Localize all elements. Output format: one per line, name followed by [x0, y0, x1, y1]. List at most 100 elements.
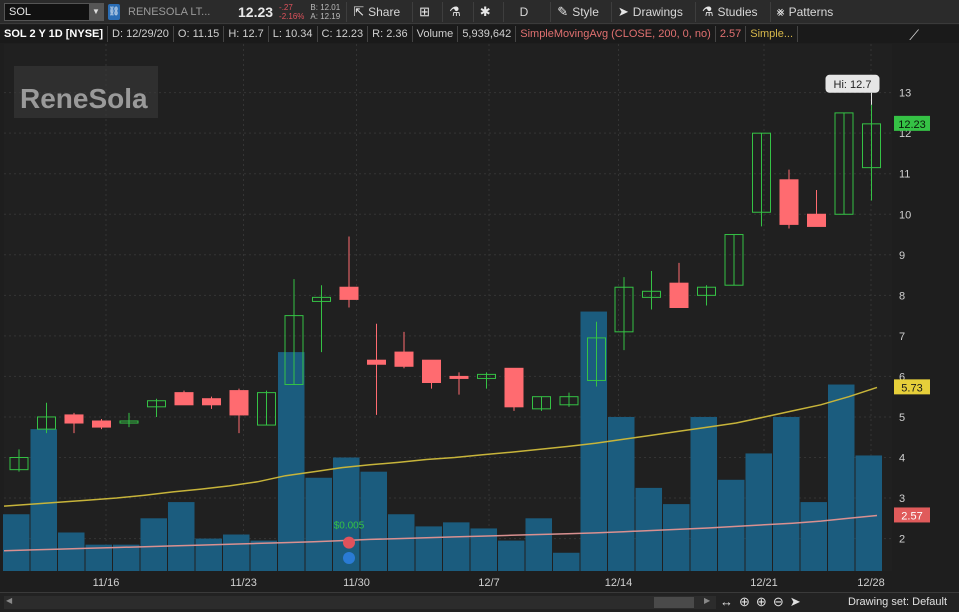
- info-range: R: 2.36: [368, 26, 413, 42]
- patterns-button[interactable]: ⨳ Patterns: [769, 1, 840, 22]
- studies-button[interactable]: ⚗ Studies: [694, 1, 764, 22]
- link-icon[interactable]: ⛓: [108, 3, 120, 20]
- volume-bar: [470, 528, 497, 571]
- x-tick-label: 12/7: [478, 577, 499, 589]
- chart-canvas: 234567891011121311/16 11/23 11/30 12/7 12/14…: [0, 44, 959, 592]
- candle-body: [394, 351, 414, 367]
- cursor-icon[interactable]: ➤: [790, 594, 801, 610]
- volume-bar: [745, 453, 772, 571]
- chevron-down-icon[interactable]: ▼: [89, 3, 103, 20]
- volume-bar: [498, 540, 525, 571]
- ask-value: A: 12.19: [310, 11, 341, 21]
- scroll-left-icon[interactable]: ◀: [6, 596, 12, 605]
- candle-body: [834, 112, 854, 215]
- info-open: O: 11.15: [174, 26, 225, 42]
- volume-bar: [223, 534, 250, 571]
- earnings-icon: [343, 552, 355, 565]
- y-tick-label: 3: [899, 493, 905, 505]
- y-tick-label: 13: [899, 88, 911, 100]
- x-tick-label: 11/30: [343, 577, 370, 589]
- candle-body: [614, 286, 634, 333]
- volume-bar: [113, 544, 140, 571]
- patterns-icon: ⨳: [776, 3, 785, 19]
- candle-body: [752, 132, 771, 213]
- change-percent: -2.16%: [279, 11, 305, 21]
- zoom-in-icon[interactable]: ⊕: [756, 594, 767, 610]
- volume-bar: [305, 477, 332, 571]
- watermark-logo: ReneSola: [20, 83, 148, 114]
- scroll-thumb[interactable]: [654, 597, 694, 608]
- style-button[interactable]: ✎ Style: [550, 1, 605, 22]
- y-tick-label: 4: [899, 452, 905, 464]
- flask-icon: ⚗: [449, 3, 461, 19]
- candle-body: [284, 315, 304, 386]
- company-name: RENESOLA LT...: [128, 5, 211, 18]
- x-tick-label: 12/28: [857, 577, 885, 589]
- volume-bar: [58, 532, 85, 571]
- drawings-button[interactable]: ➤ Drawings: [610, 1, 689, 22]
- last-price-badge: 12.23: [898, 119, 926, 131]
- volume-bar: [855, 455, 882, 571]
- candle-body: [642, 290, 661, 298]
- info-close: C: 12.23: [318, 26, 369, 42]
- trend-icon[interactable]: ⟋: [909, 27, 919, 44]
- zoom-out-icon[interactable]: ⊖: [773, 594, 784, 610]
- settings-grid-button[interactable]: ⊞: [412, 1, 436, 22]
- volume-label: Volume: [413, 26, 459, 42]
- candle-body: [64, 414, 84, 424]
- dividend-label: $0.005: [334, 520, 365, 531]
- volume-bar: [800, 502, 827, 571]
- aggregation-button[interactable]: D: [502, 1, 545, 22]
- drawing-set-label[interactable]: Drawing set: Default: [848, 596, 947, 608]
- share-button[interactable]: ⇱ Share: [346, 1, 406, 22]
- crosshair-icon[interactable]: ⊕: [739, 594, 750, 610]
- pan-horizontal-icon[interactable]: ↔: [720, 594, 733, 610]
- chart-title: SOL 2 Y 1D [NYSE]: [0, 26, 109, 42]
- flask-icon: ⚗: [701, 3, 714, 19]
- candle-body: [807, 213, 826, 227]
- candle-body: [697, 286, 716, 296]
- volume-bar: [360, 471, 387, 571]
- x-tick-label: 11/23: [230, 577, 257, 589]
- volume-bar: [443, 522, 470, 571]
- flask-button[interactable]: ⚗: [442, 1, 467, 22]
- sma-value: 2.57: [716, 26, 747, 42]
- volume-bar: [168, 502, 195, 571]
- candle-body: [449, 375, 469, 379]
- y-tick-label: 7: [899, 331, 905, 343]
- volume-bar: [828, 384, 855, 571]
- candle-body: [669, 282, 689, 309]
- candle-body: [92, 420, 111, 428]
- candle-body: [779, 179, 799, 225]
- volume-bar: [415, 526, 442, 571]
- studies-label: Studies: [717, 4, 758, 19]
- candle-body: [37, 416, 56, 430]
- candle-body: [174, 392, 194, 406]
- y-tick-label: 10: [899, 209, 911, 221]
- candle-body: [477, 373, 496, 379]
- share-label: Share: [368, 4, 401, 19]
- volume-bar: [388, 514, 415, 571]
- symbol-selector[interactable]: SOL ▼: [4, 2, 104, 21]
- chart-scrollbar[interactable]: ◀ ▶: [4, 596, 716, 609]
- scroll-right-icon[interactable]: ▶: [704, 596, 710, 605]
- aggregation-label: D: [519, 4, 529, 19]
- volume-bar: [553, 552, 580, 571]
- candle-body: [862, 123, 881, 169]
- gear-button[interactable]: ✱: [472, 1, 497, 22]
- x-tick-label: 11/16: [93, 577, 120, 589]
- candle-body: [724, 234, 744, 286]
- volume-bar: [635, 487, 662, 571]
- dividend-icon: [343, 536, 355, 549]
- candle-body: [587, 337, 606, 381]
- candle-body: [119, 420, 139, 424]
- cursor-icon: ➤: [617, 3, 629, 19]
- price-change: -.27 -2.16%: [279, 3, 304, 21]
- volume-bar: [690, 416, 717, 571]
- last-price: 12.23: [238, 3, 274, 20]
- volume-bar: [773, 416, 800, 571]
- candle-body: [339, 286, 359, 300]
- chart-info-row: SOL 2 Y 1D [NYSE] D: 12/29/20 O: 11.15 H…: [0, 25, 959, 43]
- price-chart[interactable]: 2 3 4 5 6 7 8 9 10 11 12 13 11/16 11/23 11/30 12/7 12/14…: [0, 44, 959, 592]
- candle-body: [229, 390, 249, 416]
